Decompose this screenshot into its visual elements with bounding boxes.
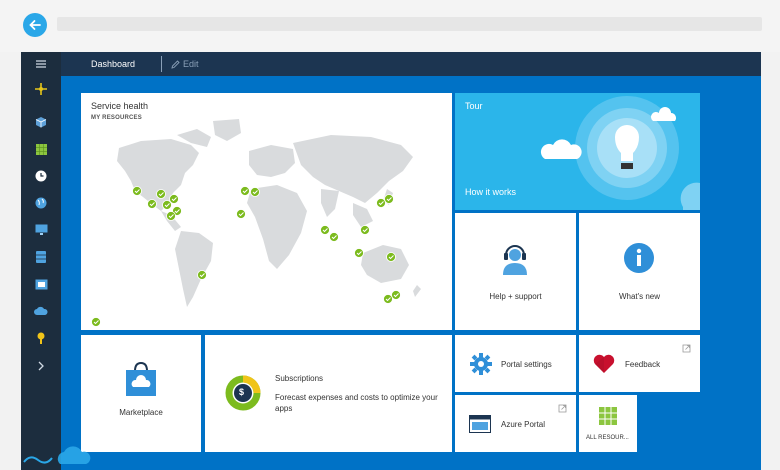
bezel-left bbox=[0, 52, 21, 470]
subscriptions-description: Forecast expenses and costs to optimize … bbox=[275, 393, 438, 413]
all-resources-label: ALL RESOUR... bbox=[586, 435, 629, 441]
world-map bbox=[91, 119, 421, 327]
azure-portal-tile[interactable]: Azure Portal bbox=[455, 395, 576, 452]
whats-new-label: What's new bbox=[618, 292, 661, 301]
shopping-bag-icon bbox=[126, 361, 156, 396]
database-icon[interactable] bbox=[31, 249, 51, 265]
marketplace-label: Marketplace bbox=[119, 408, 163, 417]
menu-icon[interactable] bbox=[31, 56, 51, 72]
subscriptions-tile[interactable]: $ Subscriptions Forecast expenses and co… bbox=[205, 335, 452, 452]
help-support-label: Help + support bbox=[489, 292, 542, 301]
how-it-works-link[interactable]: How it works bbox=[465, 187, 516, 197]
monitor-icon[interactable] bbox=[31, 222, 51, 238]
subscriptions-dollar-badge: $ bbox=[239, 387, 245, 397]
heart-icon bbox=[593, 354, 615, 373]
browser-window-icon bbox=[469, 415, 491, 433]
chevron-right-icon[interactable] bbox=[31, 358, 51, 374]
back-button[interactable] bbox=[23, 13, 47, 37]
service-health-tile[interactable]: Service health MY RESOURCES bbox=[81, 93, 452, 330]
feedback-tile[interactable]: Feedback bbox=[579, 335, 700, 392]
external-link-icon bbox=[682, 344, 691, 353]
key-icon[interactable] bbox=[31, 330, 51, 346]
portal-settings-tile[interactable]: Portal settings bbox=[455, 335, 576, 392]
pencil-icon bbox=[171, 59, 180, 69]
new-icon[interactable] bbox=[31, 81, 51, 97]
edit-label: Edit bbox=[183, 59, 199, 69]
gear-icon bbox=[470, 353, 492, 375]
info-icon bbox=[624, 243, 654, 273]
address-bar[interactable] bbox=[57, 17, 762, 31]
grid-icon[interactable] bbox=[31, 141, 51, 157]
edit-button[interactable]: Edit bbox=[171, 59, 199, 69]
grid-icon bbox=[599, 407, 617, 425]
headset-person-icon bbox=[503, 245, 527, 275]
whats-new-tile[interactable]: What's new bbox=[579, 213, 700, 330]
cloud-service-icon[interactable] bbox=[31, 303, 51, 319]
watermark-logo bbox=[23, 446, 91, 464]
tour-tile[interactable]: Tour How it works bbox=[455, 93, 700, 210]
subscriptions-title: Subscriptions bbox=[275, 374, 324, 383]
portal-settings-label: Portal settings bbox=[501, 360, 552, 369]
feedback-label: Feedback bbox=[625, 360, 661, 369]
bezel-right bbox=[761, 52, 780, 470]
external-link-icon bbox=[558, 404, 567, 413]
globe-icon[interactable] bbox=[31, 195, 51, 211]
marketplace-tile[interactable]: Marketplace bbox=[81, 335, 201, 452]
all-resources-tile[interactable]: ALL RESOUR... bbox=[579, 395, 637, 452]
help-support-tile[interactable]: Help + support bbox=[455, 213, 576, 330]
back-arrow-icon bbox=[29, 20, 41, 30]
browser-window: Dashboard Edit Service health MY RESOURC… bbox=[0, 0, 780, 470]
cube-icon[interactable] bbox=[31, 114, 51, 130]
breadcrumb-separator bbox=[161, 56, 162, 72]
left-navigation bbox=[21, 52, 61, 470]
dashboard-breadcrumb[interactable]: Dashboard bbox=[91, 59, 135, 69]
azure-portal-label: Azure Portal bbox=[501, 420, 546, 429]
browser-toolbar bbox=[0, 0, 780, 52]
storage-icon[interactable] bbox=[31, 276, 51, 292]
top-bar: Dashboard Edit bbox=[61, 52, 761, 76]
azure-portal: Dashboard Edit Service health MY RESOURC… bbox=[21, 52, 761, 470]
clock-icon[interactable] bbox=[31, 168, 51, 184]
